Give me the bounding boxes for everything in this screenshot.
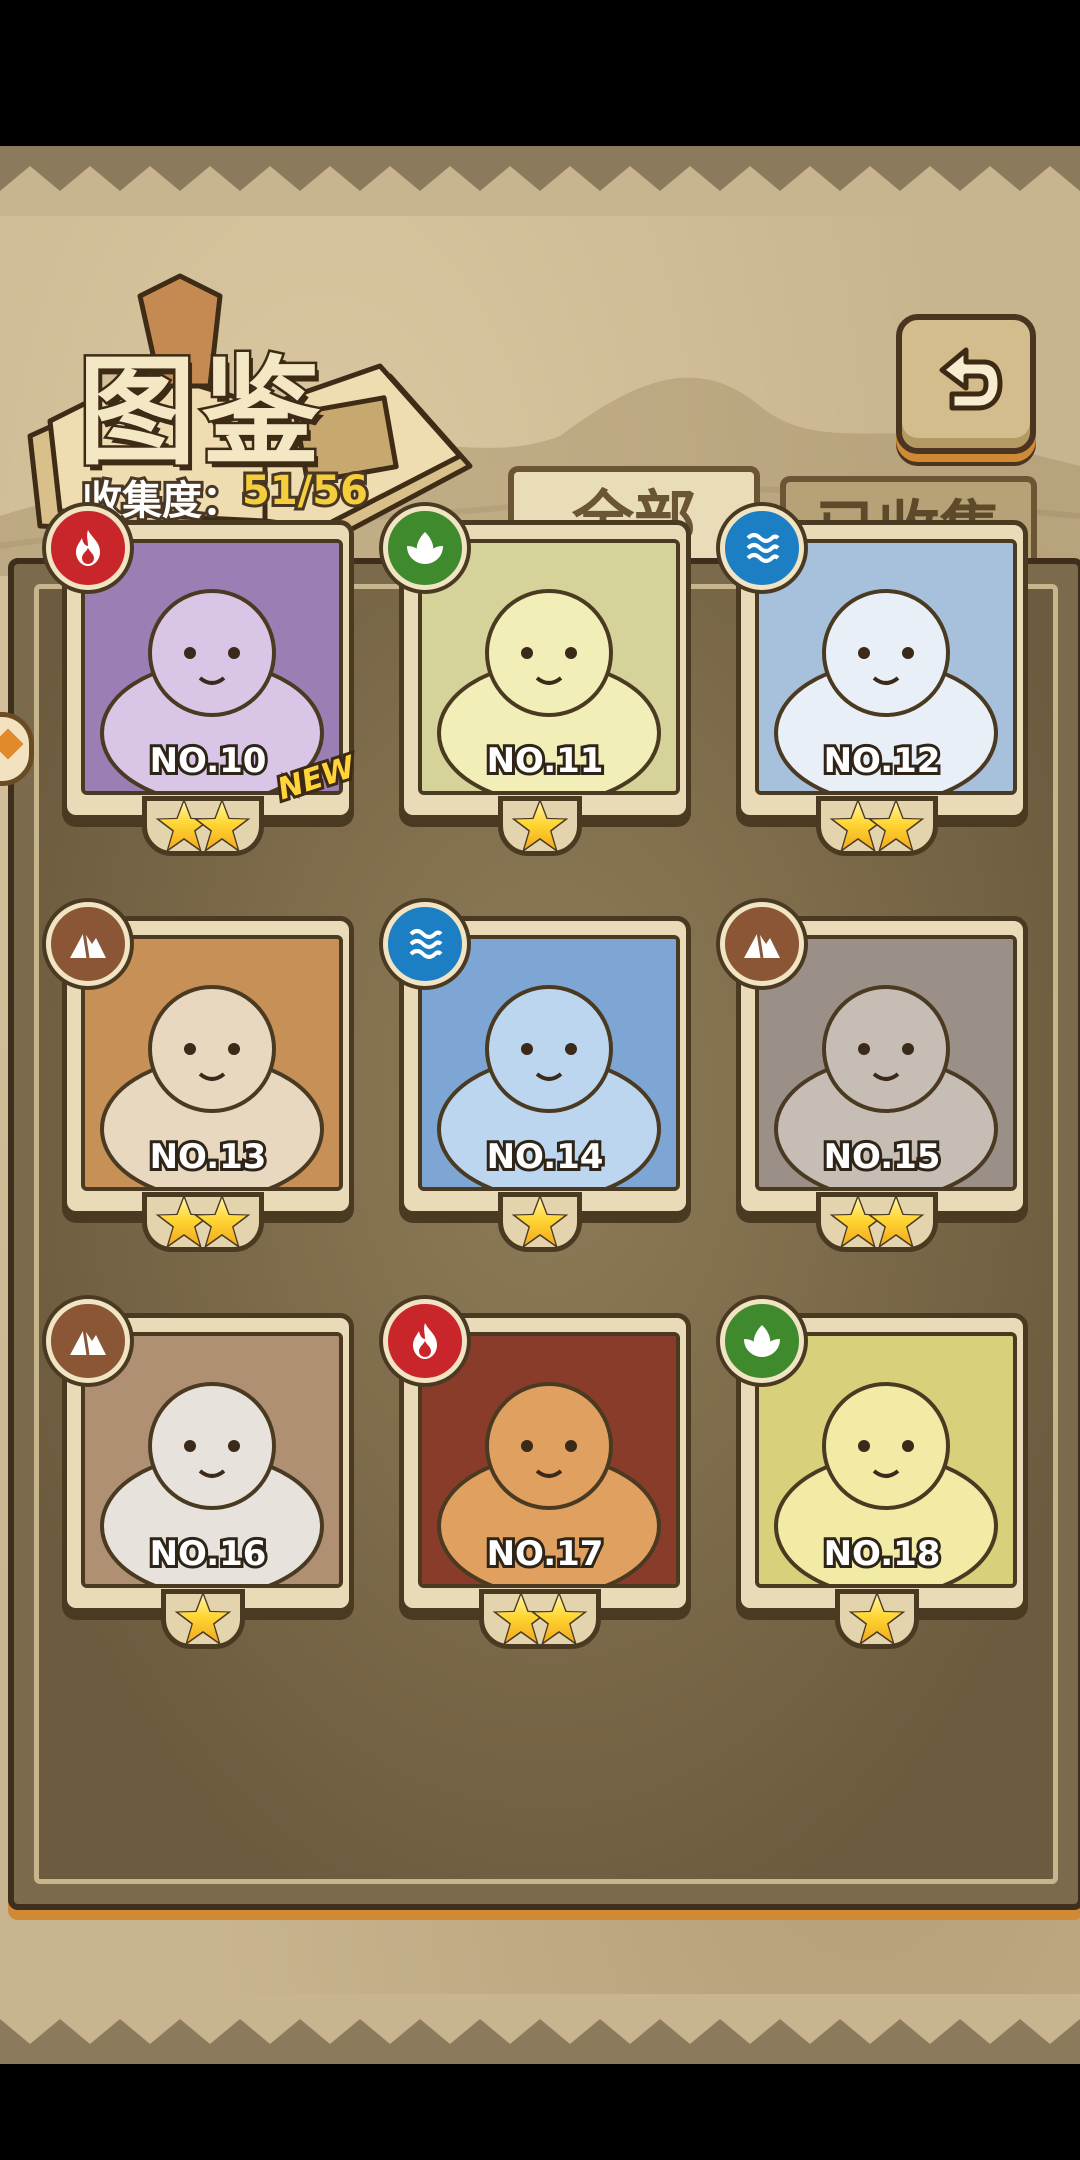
card-number: NO.14 [484, 1134, 607, 1180]
earth-element-icon [720, 902, 804, 986]
water-element-icon [720, 506, 804, 590]
creature-card[interactable]: NO.17 [383, 1299, 691, 1649]
star-icon [193, 1194, 251, 1249]
card-number: NO.13 [147, 1134, 270, 1180]
page-title: 图鉴 [75, 341, 327, 484]
creature-card[interactable]: NO.15 [720, 902, 1028, 1252]
creature-card[interactable]: NO.10 NEW [46, 506, 362, 856]
creature-card[interactable]: NO.13 [46, 902, 354, 1252]
star-rating [816, 1192, 938, 1252]
creature-card[interactable]: NO.14 [383, 902, 691, 1252]
star-icon [848, 1591, 906, 1646]
card-number: NO.15 [821, 1134, 944, 1180]
water-element-icon [383, 902, 467, 986]
star-rating [142, 1192, 264, 1252]
star-rating [498, 796, 582, 856]
star-rating [835, 1589, 919, 1649]
encyclopedia-screen: 图鉴 收集度： 51/56 全部 已收集 NO.10NEWNO.11NO.12N… [0, 146, 1080, 2064]
fire-element-icon [46, 506, 130, 590]
card-number: NO.11 [484, 738, 607, 784]
star-icon [530, 1591, 588, 1646]
grass-element-icon [720, 1299, 804, 1383]
creature-card[interactable]: NO.16 [46, 1299, 354, 1649]
card-number: NO.16 [147, 1531, 270, 1577]
creature-card[interactable]: NO.11 [383, 506, 691, 856]
star-icon [511, 798, 569, 853]
star-icon [867, 1194, 925, 1249]
star-rating [479, 1589, 601, 1649]
star-icon [867, 798, 925, 853]
creature-card[interactable]: NO.18 [720, 1299, 1028, 1649]
card-number: NO.17 [484, 1531, 607, 1577]
star-icon [193, 798, 251, 853]
star-icon [511, 1194, 569, 1249]
zigzag-border-bottom [0, 1994, 1080, 2064]
back-button[interactable] [896, 314, 1036, 454]
star-rating [498, 1192, 582, 1252]
star-rating [816, 796, 938, 856]
earth-element-icon [46, 1299, 130, 1383]
star-icon [174, 1591, 232, 1646]
star-rating [142, 796, 264, 856]
collection-progress: 51/56 [239, 465, 371, 517]
creature-card[interactable]: NO.12 [720, 506, 1028, 856]
card-number: NO.18 [821, 1531, 944, 1577]
zigzag-border-top [0, 146, 1080, 216]
earth-element-icon [46, 902, 130, 986]
star-rating [161, 1589, 245, 1649]
grass-element-icon [383, 506, 467, 590]
return-icon [939, 347, 1003, 411]
card-number: NO.12 [821, 738, 944, 784]
fire-element-icon [383, 1299, 467, 1383]
